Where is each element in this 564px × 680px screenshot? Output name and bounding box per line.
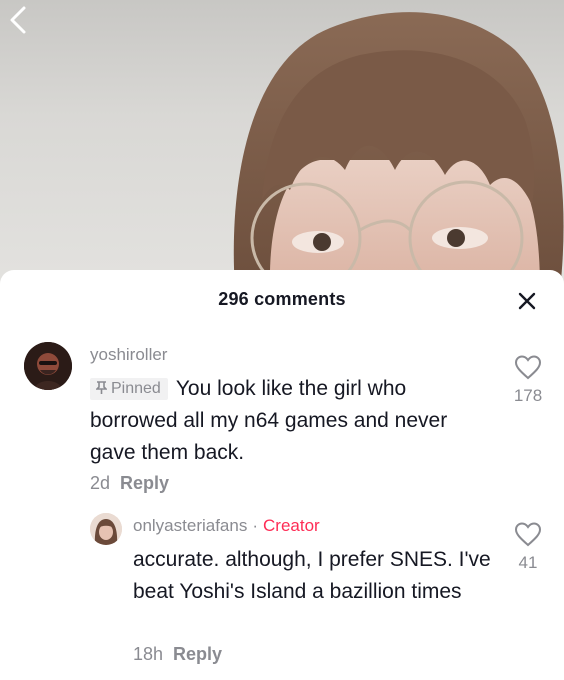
like-count: 41 xyxy=(518,553,538,572)
reply-button[interactable]: Reply xyxy=(120,473,169,493)
like-control: 178 xyxy=(508,354,548,406)
pinned-badge: Pinned xyxy=(90,378,168,400)
video-player[interactable] xyxy=(0,0,564,290)
comments-header: 296 comments xyxy=(0,270,564,330)
avatar-image xyxy=(90,513,122,545)
pin-icon xyxy=(95,381,108,394)
reply-username[interactable]: onlyasteriafans xyxy=(133,516,247,535)
video-frame-image xyxy=(233,12,564,290)
comment-body: Pinned You look like the girl who borrowe… xyxy=(90,373,490,469)
creator-badge: Creator xyxy=(263,516,320,535)
reply-age: 18h xyxy=(133,644,164,664)
back-chevron-icon[interactable] xyxy=(0,0,40,40)
heart-outline-icon[interactable] xyxy=(514,521,542,547)
reply-button[interactable]: Reply xyxy=(173,644,222,664)
pinned-label: Pinned xyxy=(111,380,161,397)
comment-age: 2d xyxy=(90,473,111,493)
reply-body: accurate. although, I prefer SNES. I've … xyxy=(133,548,491,603)
comments-sheet: 296 comments yoshiroller Pinned You look … xyxy=(0,270,564,680)
like-control: 41 xyxy=(508,521,548,573)
avatar[interactable] xyxy=(24,342,72,390)
comment-username[interactable]: yoshiroller xyxy=(90,345,167,365)
avatar-image xyxy=(24,342,72,390)
reply-meta: 18h Reply xyxy=(133,644,222,665)
comment-meta: 2d Reply xyxy=(90,473,169,494)
separator-dot: · xyxy=(252,516,259,535)
reply-username-row: onlyasteriafans · Creator xyxy=(133,516,320,536)
comment-count: 296 comments xyxy=(218,289,346,309)
heart-outline-icon[interactable] xyxy=(514,354,542,380)
like-count: 178 xyxy=(513,386,543,405)
avatar[interactable] xyxy=(90,513,122,545)
close-icon[interactable] xyxy=(516,290,538,312)
